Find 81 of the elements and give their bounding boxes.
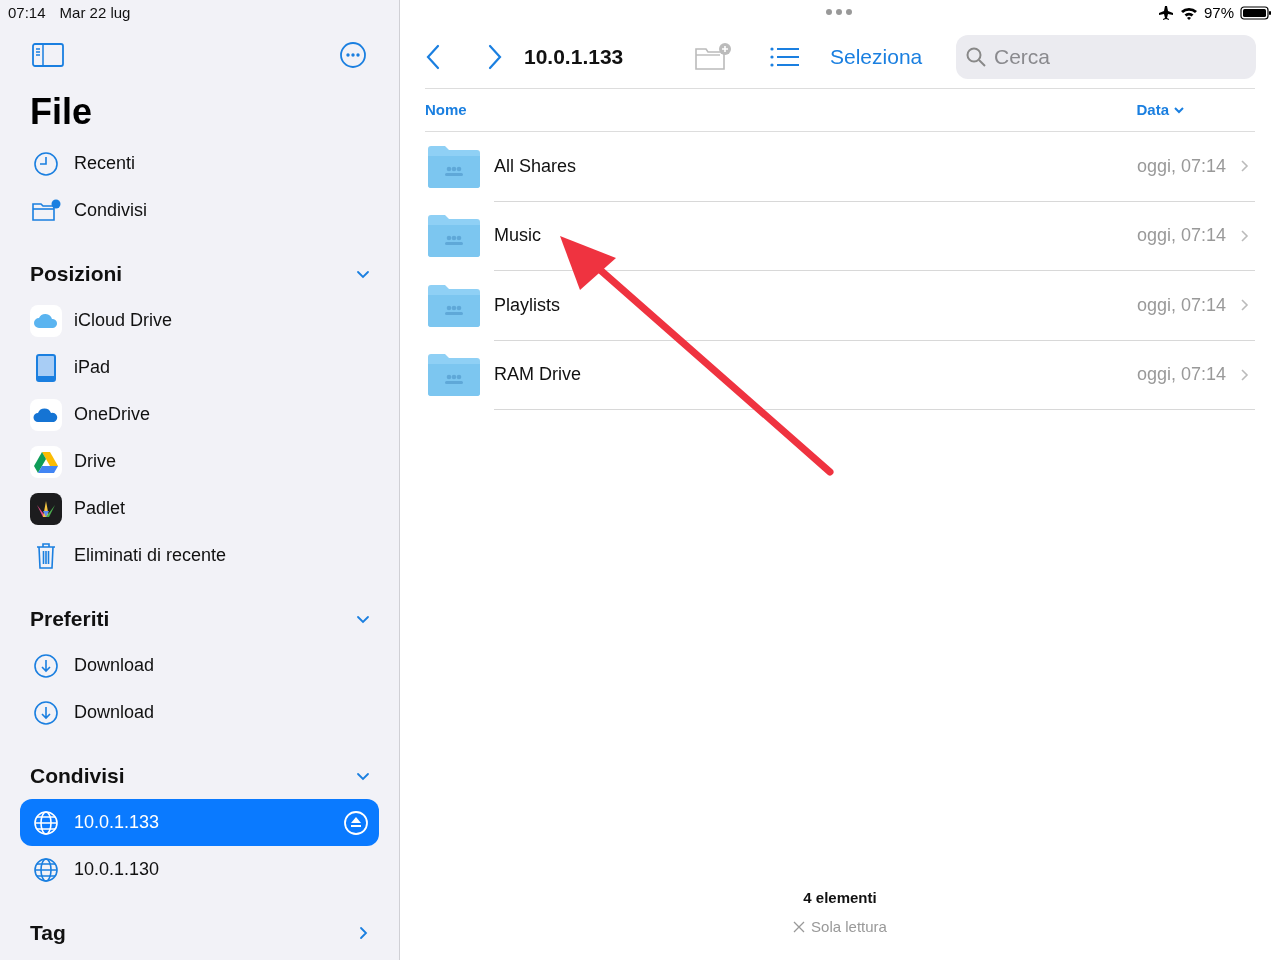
- tablet-icon: [35, 353, 57, 382]
- app-icon: [30, 492, 62, 525]
- sidebar-item-label: Padlet: [74, 497, 127, 520]
- sort-chevron-icon: [1173, 105, 1185, 115]
- shared-folder-icon: [428, 284, 480, 327]
- shared-folder-icon: [428, 145, 480, 188]
- section-heading: Preferiti: [30, 605, 110, 632]
- shared-folder-icon: [428, 215, 480, 258]
- sidebar-item-label: Condivisi: [74, 199, 149, 222]
- sidebar-item-label: OneDrive: [74, 403, 152, 426]
- column-header[interactable]: Nome: [425, 98, 467, 122]
- sidebar-item-label: Drive: [74, 450, 117, 473]
- eject-icon[interactable]: [343, 809, 369, 836]
- file-name: Music: [494, 224, 542, 248]
- sidebar-item-label: Download: [74, 654, 156, 677]
- status-date: Mar 22 lug: [59, 2, 131, 23]
- battery-icon: [1240, 6, 1272, 20]
- sidebar-item[interactable]: 10.0.1.130: [20, 846, 379, 893]
- file-row[interactable]: All Shares oggi, 07:14: [428, 132, 1255, 202]
- section-heading: Condivisi: [30, 762, 125, 789]
- sidebar-item-label: iPad: [74, 356, 112, 379]
- trash-icon: [35, 541, 57, 570]
- sidebar-item-label: Download: [74, 701, 156, 724]
- chevron-right-icon: [1240, 228, 1249, 243]
- download-icon: [33, 699, 59, 726]
- search-icon: [966, 47, 986, 67]
- sidebar-item[interactable]: Download: [20, 642, 379, 689]
- status-time: 07:14: [8, 2, 46, 23]
- clock-icon: [33, 150, 59, 177]
- cloud-icon: [30, 398, 62, 431]
- triangle-logo-icon: [30, 445, 62, 478]
- sidebar-item-label: iCloud Drive: [74, 309, 174, 332]
- airplane-icon: [1157, 5, 1174, 21]
- sidebar-item-label: 10.0.1.133: [74, 811, 161, 834]
- sidebar-item[interactable]: Condivisi: [20, 187, 379, 234]
- cloud-icon: [30, 304, 62, 337]
- folder-person-icon: [31, 198, 61, 223]
- sidebar-item[interactable]: iPad: [20, 344, 379, 391]
- file-date: oggi, 07:14: [1136, 224, 1226, 248]
- sidebar-item[interactable]: Download: [20, 689, 379, 736]
- file-row[interactable]: Playlists oggi, 07:14: [428, 271, 1255, 341]
- globe-icon: [33, 809, 59, 836]
- select-button[interactable]: Seleziona: [830, 41, 923, 73]
- sidebar-item-label: 10.0.1.130: [74, 858, 161, 881]
- sidebar-item[interactable]: iCloud Drive: [20, 297, 379, 344]
- file-date: oggi, 07:14: [1136, 293, 1226, 317]
- download-icon: [33, 652, 59, 679]
- shared-folder-icon: [428, 354, 480, 397]
- chevron-right-icon: [1240, 367, 1249, 382]
- sidebar-item[interactable]: 10.0.1.133: [20, 799, 379, 846]
- multitask-dots-icon[interactable]: [825, 8, 853, 16]
- sidebar-item[interactable]: OneDrive: [20, 391, 379, 438]
- sidebar-item-label: Recenti: [74, 152, 137, 175]
- file-name: All Shares: [494, 154, 578, 178]
- file-date: oggi, 07:14: [1136, 363, 1226, 387]
- file-name: Playlists: [494, 293, 561, 317]
- section-heading: Tag: [30, 919, 66, 946]
- wifi-icon: [1179, 6, 1198, 20]
- chevron-right-icon: [1240, 298, 1249, 313]
- file-date: oggi, 07:14: [1136, 154, 1226, 178]
- sidebar-title: File: [29, 90, 93, 134]
- section-heading: Posizioni: [30, 260, 123, 287]
- sidebar-item[interactable]: Recenti: [20, 140, 379, 187]
- battery-percent: 97%: [1203, 2, 1234, 23]
- read-only-status: Sola lettura: [811, 916, 887, 937]
- sidebar-item[interactable]: Drive: [20, 438, 379, 485]
- sidebar-toggle-icon[interactable]: [32, 43, 64, 67]
- search-field[interactable]: Cerca: [956, 35, 1256, 79]
- item-count: 4 elementi: [803, 888, 877, 908]
- sidebar-item[interactable]: Padlet: [20, 485, 379, 532]
- folder-title: 10.0.1.133: [524, 44, 625, 71]
- new-folder-icon[interactable]: [694, 43, 732, 71]
- list-view-icon[interactable]: [770, 46, 800, 68]
- sidebar-item-label: Eliminati di recente: [74, 544, 228, 567]
- globe-icon: [33, 856, 59, 883]
- column-header[interactable]: Data: [1136, 98, 1185, 122]
- chevron-right-icon: [1240, 159, 1249, 174]
- file-row[interactable]: RAM Drive oggi, 07:14: [428, 340, 1255, 410]
- file-name: RAM Drive: [494, 363, 582, 387]
- more-icon[interactable]: [339, 41, 367, 69]
- sidebar-item[interactable]: Eliminati di recente: [20, 532, 379, 579]
